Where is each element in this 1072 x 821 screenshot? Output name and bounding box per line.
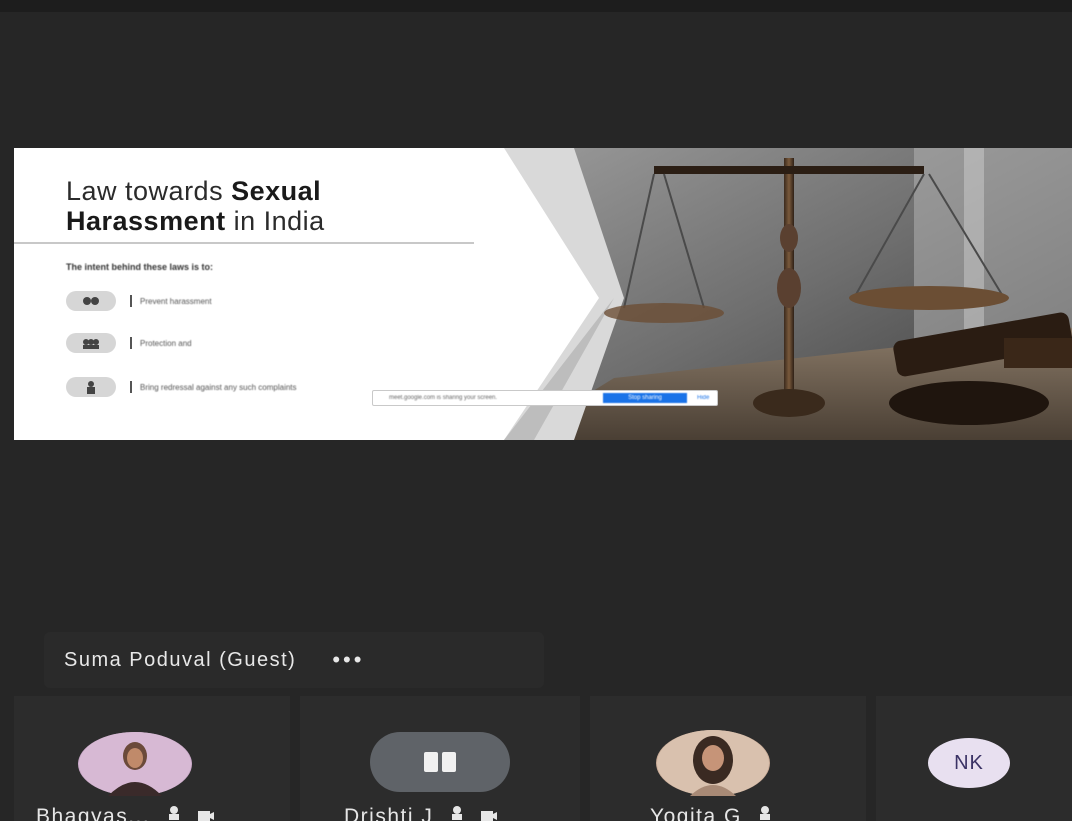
hide-button[interactable]: Hide [697,395,709,401]
participant-name: Bhagyas... [36,805,215,821]
camera-icon[interactable] [480,805,498,821]
slide-bullet: Bring redressal against any such complai… [66,376,400,398]
title-part-1: Law towards [66,176,232,206]
camera-icon[interactable] [197,805,215,821]
title-part-2: in India [225,206,325,236]
group-icon [66,333,116,353]
more-options-button[interactable]: ••• [332,649,364,671]
slide-title-block: Law towards Sexual Harassment in India [66,176,486,236]
bullet-separator [130,337,132,349]
bullet-text: Prevent harassment [140,296,212,306]
bullet-text: Bring redressal against any such complai… [140,382,297,392]
avatar-initials: NK [928,738,1010,788]
participant-name-text: Drishti J [344,804,434,821]
bullet-separator [130,295,132,307]
screen-share-bar: meet.google.com is sharing your screen. … [372,390,718,406]
slide-bullet: Prevent harassment [66,290,400,312]
title-bold-1: Sexual [231,176,322,206]
share-message: meet.google.com is sharing your screen. [389,395,498,401]
person-icon [66,377,116,397]
participant-name-text: Yogita G [650,804,742,821]
pin-icon[interactable] [757,805,773,821]
participant-tile[interactable]: Drishti J [300,696,580,821]
participant-tile[interactable]: Bhagyas... [14,696,290,821]
bullet-text: Protection and [140,338,192,348]
slide-title: Law towards Sexual Harassment in India [66,176,486,236]
bullet-separator [130,381,132,393]
top-strip [0,0,1072,12]
pin-icon[interactable] [166,805,182,821]
initials: NK [954,751,984,774]
slide-bullet: Protection and [66,332,400,354]
avatar [656,730,770,796]
participant-name: Yogita G [650,805,773,821]
presenter-name: Suma Poduval (Guest) [64,648,297,671]
avatar [78,732,192,796]
participant-tile[interactable]: Yogita G [590,696,866,821]
stop-sharing-button[interactable]: Stop sharing [603,393,687,403]
handshake-icon [66,291,116,311]
slide-divider [14,242,474,244]
presenter-label: Suma Poduval (Guest) ••• [44,632,544,688]
participant-tile[interactable]: NK [876,696,1072,821]
pause-icon [370,732,510,792]
slide-subheading: The intent behind these laws is to: [66,262,214,272]
participant-name: Drishti J [344,805,498,821]
pin-icon[interactable] [449,805,465,821]
participant-name-text: Bhagyas... [36,804,151,821]
meeting-stage: Law towards Sexual Harassment in India T… [0,0,1072,821]
title-bold-2: Harassment [66,206,226,236]
